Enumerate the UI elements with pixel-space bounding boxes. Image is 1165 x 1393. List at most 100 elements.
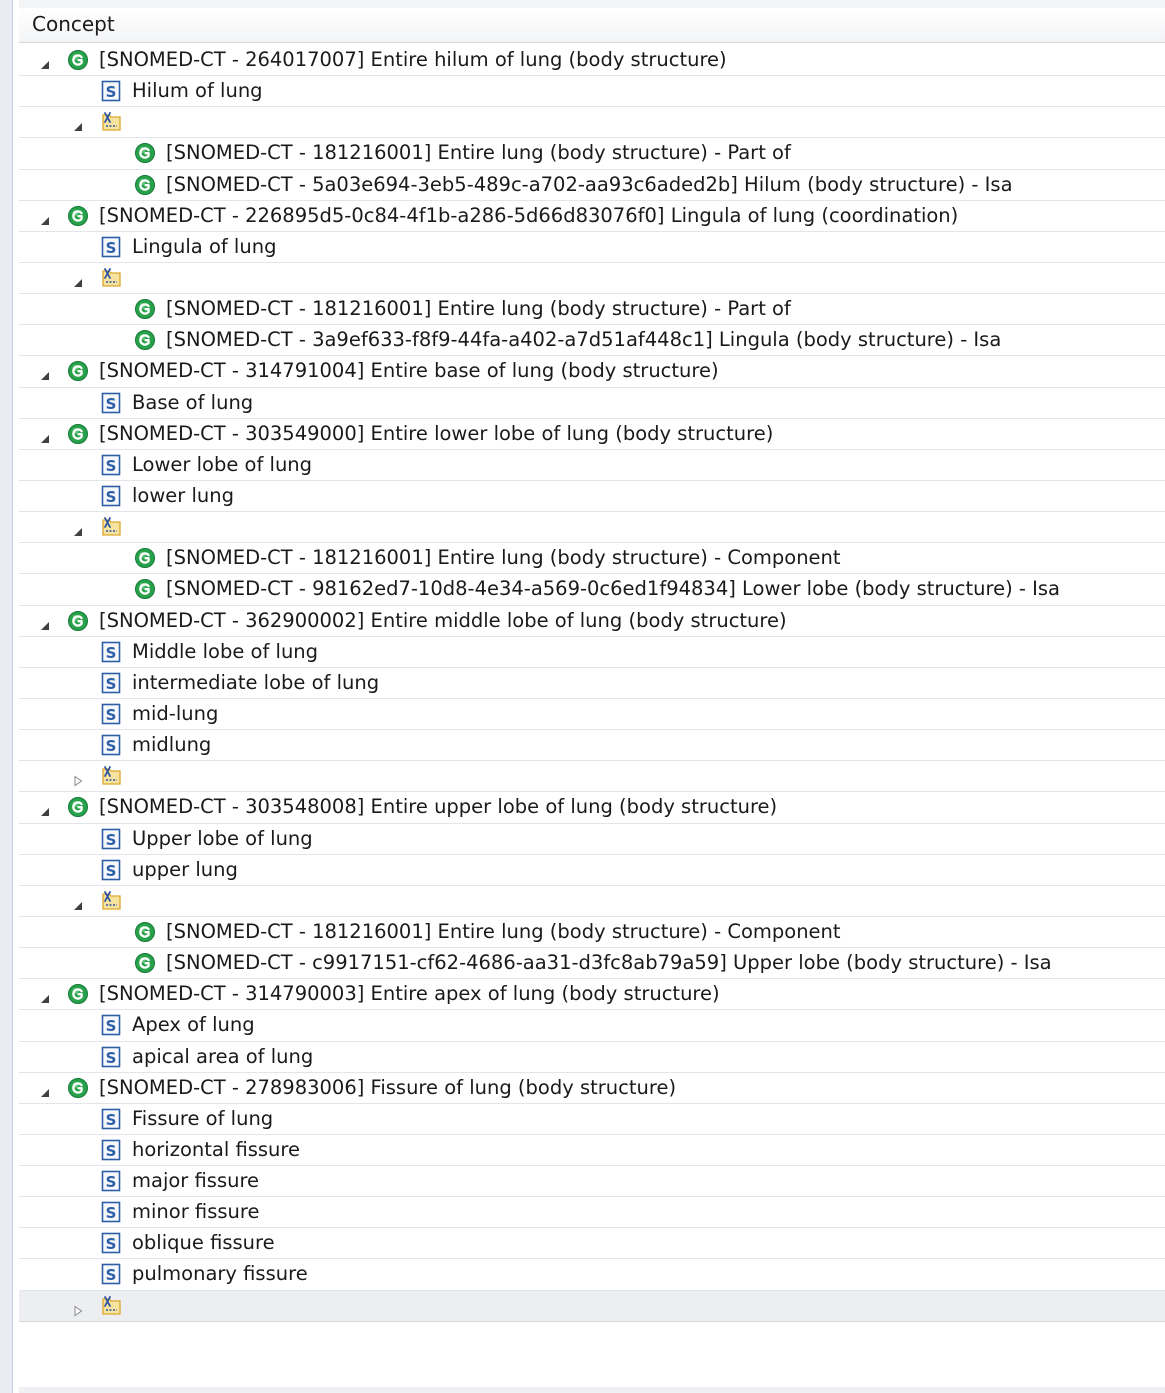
concept-icon [67,796,89,818]
expanded-twisty-icon[interactable] [39,1081,51,1097]
svg-text:S: S [106,1111,117,1129]
expanded-twisty-icon[interactable] [72,115,84,132]
collapsed-twisty-icon[interactable] [72,1299,84,1317]
svg-text:S: S [106,1049,117,1067]
column-header[interactable]: Concept [19,8,1165,43]
tree-row-relationship[interactable]: [SNOMED-CT - 181216001] Entire lung (bod… [19,917,1165,949]
synonym-icon: S [100,828,122,850]
tree-item-label: [SNOMED-CT - 264017007] Entire hilum of … [99,48,727,71]
tree-row-synonym[interactable]: Shorizontal fissure [19,1135,1165,1167]
tree-row-synonym[interactable]: S Fissure of lung [19,1104,1165,1135]
tree-item-label: [SNOMED-CT - 362900002] Entire middle lo… [99,608,787,632]
expanded-twisty-icon[interactable] [39,364,51,381]
tree-row-synonym[interactable]: S Lower lobe of lung [19,450,1165,481]
tree-item-label: oblique fissure [132,1231,275,1255]
concept-tree-view: Concept [SNOMED-CT - 264017007] Entire h… [19,0,1165,1393]
concept-icon [134,921,156,943]
tree-item-label: Lingula of lung [132,234,277,258]
concept-icon [67,610,89,632]
tree-row-synonym[interactable]: Smajor fissure [19,1166,1165,1198]
tree-row-synonym[interactable]: S Lingula of lung [19,232,1165,263]
expanded-twisty-icon[interactable] [39,800,51,817]
svg-text:S: S [106,239,117,257]
tree-item-label: major fissure [132,1169,260,1193]
tree-item-label: [SNOMED-CT - 3a9ef633-f8f9-44fa-a402-a7d… [166,328,1002,352]
column-header-label: Concept [32,12,115,36]
synonym-icon: S [100,485,122,507]
tree-row-synonym[interactable]: S Hilum of lung [19,76,1165,108]
tree-item-label: [SNOMED-CT - 314791004] Entire base of l… [99,359,719,383]
tree-row-concept[interactable]: [SNOMED-CT - 314790003] Entire apex of l… [19,979,1165,1011]
tree-row-relationship[interactable]: [SNOMED-CT - 3a9ef633-f8f9-44fa-a402-a7d… [19,325,1165,357]
tree-row-synonym[interactable]: Sminor fissure [19,1197,1165,1229]
concept-icon [134,142,156,164]
tree-row-relationship[interactable]: [SNOMED-CT - 5a03e694-3eb5-489c-a702-aa9… [19,170,1165,201]
tree-row-relationship-group[interactable] [19,761,1165,793]
tree-row-concept[interactable]: [SNOMED-CT - 278983006] Fissure of lung … [19,1073,1165,1104]
tree-row-relationship-group[interactable] [19,263,1165,295]
tree-item-label: [SNOMED-CT - 5a03e694-3eb5-489c-a702-aa9… [166,172,1013,196]
tree-row-synonym[interactable]: Slower lung [19,481,1165,513]
tree-row-synonym[interactable]: Supper lung [19,855,1165,886]
synonym-icon: S [100,454,122,476]
concept-icon [134,547,156,569]
tree-item-label: Lower lobe of lung [132,452,313,476]
tree-item-label: Hilum of lung [132,79,263,103]
tree-row-relationship[interactable]: [SNOMED-CT - 181216001] Entire lung (bod… [19,138,1165,170]
tree-item-label: intermediate lobe of lung [132,670,380,694]
expanded-twisty-icon[interactable] [72,894,84,910]
svg-text:S: S [106,1142,117,1160]
concept-icon [134,174,156,196]
tree-row-concept[interactable]: [SNOMED-CT - 303548008] Entire upper lob… [19,792,1165,824]
tree-row-synonym[interactable]: Smid-lung [19,699,1165,731]
tree-item-label: [SNOMED-CT - c9917151-cf62-4686-aa31-d3f… [166,951,1052,975]
tree-row-synonym[interactable]: Soblique fissure [19,1228,1165,1260]
expanded-twisty-icon[interactable] [39,427,51,443]
tree-row-synonym[interactable]: S Apex of lung [19,1010,1165,1042]
relationship-group-icon [100,267,122,289]
tree-row-concept[interactable]: [SNOMED-CT - 264017007] Entire hilum of … [19,45,1165,77]
svg-text:S: S [106,457,117,475]
expanded-twisty-icon[interactable] [39,614,51,630]
synonym-icon: S [100,236,122,258]
synonym-icon: S [100,859,122,881]
tree-row-synonym[interactable]: S Middle lobe of lung [19,637,1165,668]
expanded-twisty-icon[interactable] [72,520,84,537]
tree-row-relationship-group[interactable] [19,512,1165,544]
tree-row-synonym[interactable]: Spulmonary fissure [19,1259,1165,1291]
tree-item-label: Apex of lung [132,1013,255,1037]
tree-row-concept[interactable]: [SNOMED-CT - 226895d5-0c84-4f1b-a286-5d6… [19,201,1165,232]
concept-icon [67,423,89,445]
concept-icon [134,578,156,600]
tree-row-relationship[interactable]: [SNOMED-CT - 98162ed7-10d8-4e34-a569-0c6… [19,574,1165,606]
view-bottom-band [19,1387,1165,1393]
tree-row-concept[interactable]: [SNOMED-CT - 303549000] Entire lower lob… [19,419,1165,450]
svg-text:S: S [106,488,117,506]
tree-row-synonym[interactable]: S Upper lobe of lung [19,824,1165,855]
expanded-twisty-icon[interactable] [39,209,51,225]
synonym-icon: S [100,1201,122,1223]
tree-row-concept[interactable]: [SNOMED-CT - 362900002] Entire middle lo… [19,606,1165,637]
tree-row-relationship[interactable]: [SNOMED-CT - 181216001] Entire lung (bod… [19,543,1165,575]
synonym-icon: S [100,1263,122,1285]
tree-row-synonym[interactable]: S Base of lung [19,388,1165,419]
synonym-icon: S [100,1108,122,1130]
tree-row-relationship-group[interactable] [19,886,1165,917]
tree-row-relationship-group[interactable] [19,107,1165,139]
tree-row-synonym[interactable]: Smidlung [19,730,1165,762]
tree-row-relationship[interactable]: [SNOMED-CT - 181216001] Entire lung (bod… [19,294,1165,326]
tree-row-synonym[interactable]: Sapical area of lung [19,1042,1165,1073]
concept-icon [67,360,89,382]
svg-text:S: S [106,737,117,755]
expanded-twisty-icon[interactable] [72,271,84,287]
tree-row-concept[interactable]: [SNOMED-CT - 314791004] Entire base of l… [19,356,1165,388]
expanded-twisty-icon[interactable] [39,53,51,69]
collapsed-twisty-icon[interactable] [72,769,84,787]
tree-item-label: [SNOMED-CT - 181216001] Entire lung (bod… [166,297,791,321]
left-edge-strip [0,0,13,1393]
tree-row-relationship[interactable]: [SNOMED-CT - c9917151-cf62-4686-aa31-d3f… [19,948,1165,980]
tree-item-label: apical area of lung [132,1044,314,1068]
tree-row-synonym[interactable]: Sintermediate lobe of lung [19,668,1165,699]
tree-row-relationship-group[interactable] [19,1290,1165,1322]
expanded-twisty-icon[interactable] [39,987,51,1004]
